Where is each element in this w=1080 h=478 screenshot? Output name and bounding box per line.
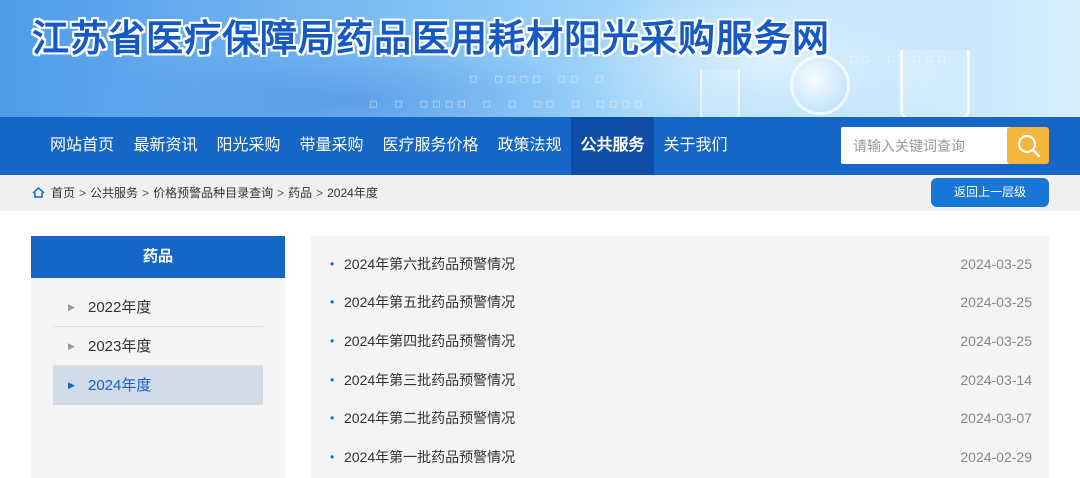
main-nav: 网站首页 最新资讯 阳光采购 带量采购 医疗服务价格 政策法规 公共服务 关于我… [0, 117, 1080, 175]
breadcrumb-separator: > [142, 186, 150, 200]
caret-right-icon: ▶ [68, 341, 75, 351]
search-box [841, 127, 1049, 164]
sidebar-item-2024[interactable]: ▶ 2024年度 [53, 366, 263, 405]
breadcrumb-separator: > [79, 186, 87, 200]
search-button[interactable] [1007, 127, 1049, 164]
bullet-icon: • [330, 373, 335, 387]
nav-item-sunshine-procurement[interactable]: 阳光采购 [207, 117, 290, 175]
nav-item-home[interactable]: 网站首页 [40, 117, 124, 175]
breadcrumb-bar: 首页 > 公共服务 > 价格预警品种目录查询 > 药品 >2024年度 返回上一层级 [0, 175, 1080, 211]
article-title[interactable]: 2024年第四批药品预警情况 [344, 322, 515, 360]
bullet-icon: • [330, 257, 335, 271]
article-date: 2024-03-25 [960, 256, 1032, 272]
breadcrumb-drugs[interactable]: 药品 [288, 186, 312, 200]
home-icon [32, 187, 45, 199]
caret-right-icon: ▶ [68, 302, 75, 312]
list-item[interactable]: • 2024年第六批药品预警情况 2024-03-25 [311, 245, 1049, 283]
nav-item-policy[interactable]: 政策法规 [488, 117, 571, 175]
article-list: • 2024年第六批药品预警情况 2024-03-25 • 2024年第五批药品… [311, 236, 1049, 478]
article-date: 2024-02-29 [960, 449, 1032, 465]
flask-graphic [790, 55, 850, 115]
nav-item-medical-service-price[interactable]: 医疗服务价格 [373, 117, 488, 175]
article-title[interactable]: 2024年第五批药品预警情况 [344, 283, 515, 321]
breadcrumb-price-warning[interactable]: 价格预警品种目录查询 [153, 186, 273, 200]
nav-item-about[interactable]: 关于我们 [654, 117, 737, 175]
sidebar: 药品 ▶ 2022年度 ▶ 2023年度 ▶ 2024年度 [31, 236, 285, 478]
article-date: 2024-03-25 [960, 333, 1032, 349]
breadcrumb-public-service[interactable]: 公共服务 [90, 186, 138, 200]
sidebar-item-label: 2022年度 [88, 299, 152, 316]
list-item[interactable]: • 2024年第四批药品预警情况 2024-03-25 [311, 322, 1049, 360]
banner-decoration: □ □ □□□□ □ □ □□ □ □□□□ [370, 97, 648, 110]
list-item[interactable]: • 2024年第一批药品预警情况 2024-02-29 [311, 438, 1049, 476]
nav-item-public-service[interactable]: 公共服务 [571, 117, 654, 175]
breadcrumb-separator: > [277, 186, 285, 200]
article-title[interactable]: 2024年第一批药品预警情况 [344, 438, 515, 476]
beaker-graphic [900, 50, 970, 117]
sidebar-item-2022[interactable]: ▶ 2022年度 [53, 288, 263, 327]
header-banner: □ □□□□ □□ □ □ □ □□□□ □ □ □□ □ □□□□ □□ □ … [0, 0, 1080, 117]
breadcrumb: 首页 > 公共服务 > 价格预警品种目录查询 > 药品 >2024年度 [32, 175, 378, 211]
sidebar-item-2023[interactable]: ▶ 2023年度 [53, 327, 263, 366]
nav-item-volume-procurement[interactable]: 带量采购 [290, 117, 373, 175]
article-title[interactable]: 2024年第三批药品预警情况 [344, 361, 515, 399]
breadcrumb-separator: > [316, 186, 324, 200]
article-title[interactable]: 2024年第六批药品预警情况 [344, 245, 515, 283]
banner-decoration: □ □□□□ □□ □ [470, 72, 609, 85]
sidebar-item-label: 2024年度 [88, 377, 152, 394]
site-title: 江苏省医疗保障局药品医用耗材阳光采购服务网 [32, 18, 830, 59]
sidebar-title: 药品 [31, 236, 285, 278]
breadcrumb-home[interactable]: 首页 [51, 186, 75, 200]
back-button[interactable]: 返回上一层级 [931, 178, 1049, 207]
caret-right-icon: ▶ [68, 380, 75, 390]
beaker-graphic [700, 70, 740, 117]
list-item[interactable]: • 2024年第二批药品预警情况 2024-03-07 [311, 399, 1049, 437]
bullet-icon: • [330, 450, 335, 464]
sidebar-item-label: 2023年度 [88, 338, 152, 355]
breadcrumb-current[interactable]: 2024年度 [327, 186, 378, 200]
list-item[interactable]: • 2024年第三批药品预警情况 2024-03-14 [311, 361, 1049, 399]
sidebar-list: ▶ 2022年度 ▶ 2023年度 ▶ 2024年度 [53, 288, 263, 405]
search-input[interactable] [841, 127, 1011, 164]
search-icon [1017, 134, 1041, 158]
list-item[interactable]: • 2024年第五批药品预警情况 2024-03-25 [311, 283, 1049, 321]
article-date: 2024-03-07 [960, 410, 1032, 426]
article-date: 2024-03-25 [960, 294, 1032, 310]
article-title[interactable]: 2024年第二批药品预警情况 [344, 399, 515, 437]
bullet-icon: • [330, 411, 335, 425]
nav-item-news[interactable]: 最新资讯 [124, 117, 207, 175]
article-date: 2024-03-14 [960, 372, 1032, 388]
bullet-icon: • [330, 295, 335, 309]
bullet-icon: • [330, 334, 335, 348]
